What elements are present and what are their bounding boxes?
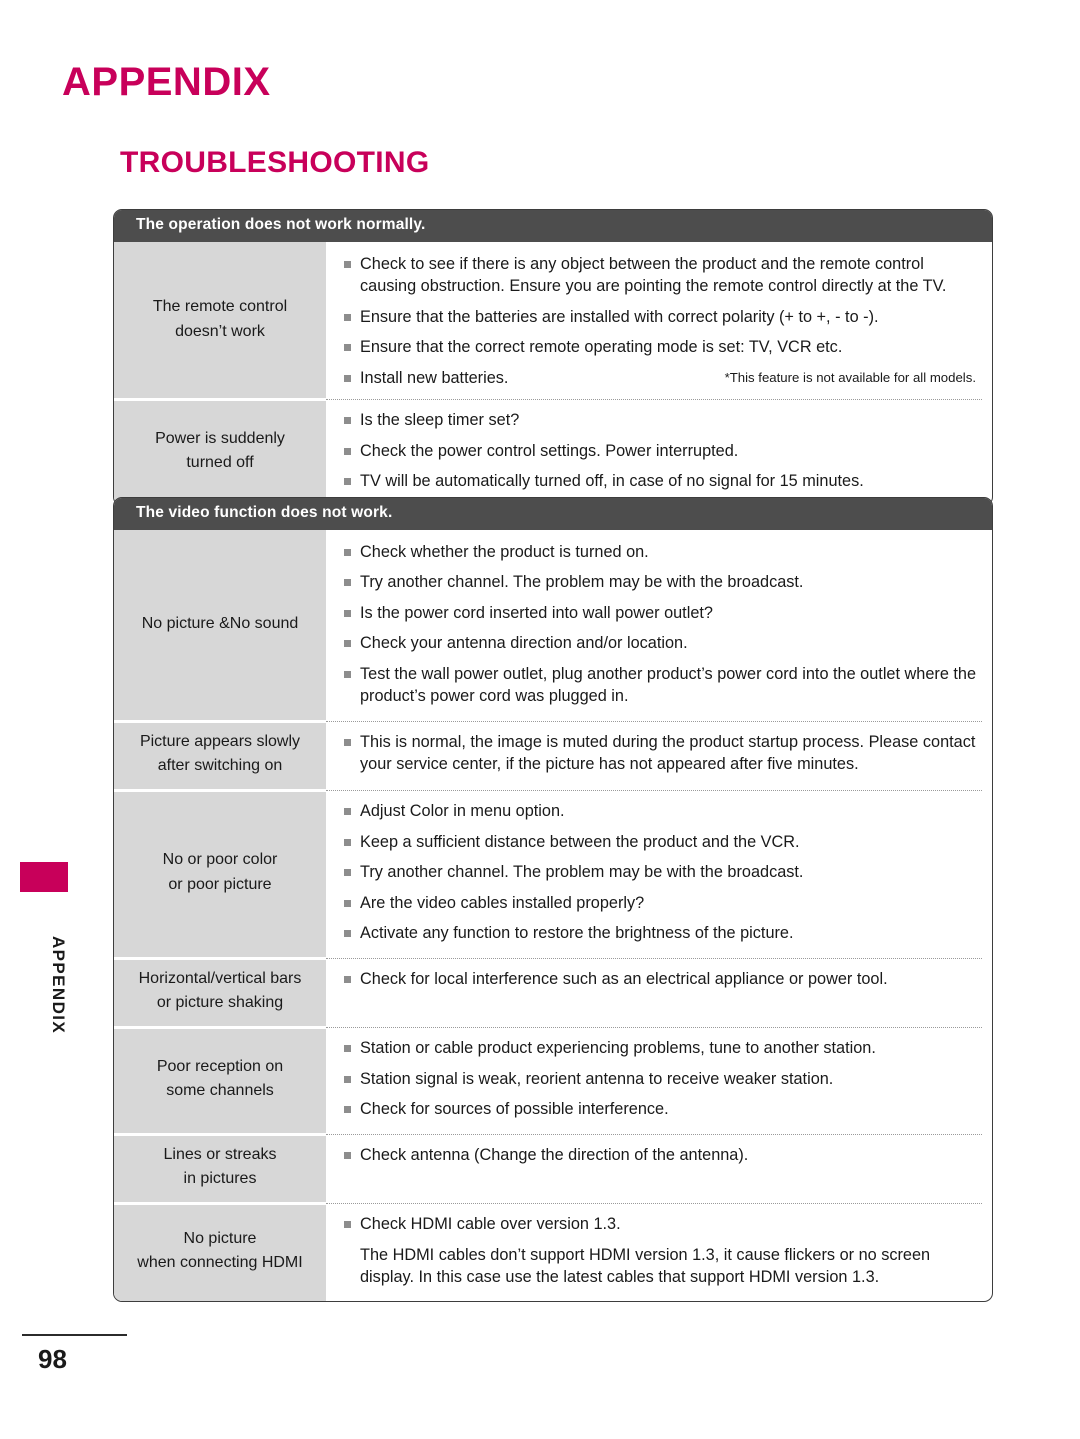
checklist-item: Station or cable product experiencing pr… xyxy=(343,1037,978,1059)
page-number: 98 xyxy=(38,1344,67,1374)
checklist-item: TV will be automatically turned off, in … xyxy=(343,470,978,492)
checklist-item: Is the power cord inserted into wall pow… xyxy=(343,602,978,624)
table-row: Picture appears slowly after switching on… xyxy=(114,719,992,790)
checklist-item: Check for sources of possible interferen… xyxy=(343,1098,978,1120)
table-row-content: Check to see if there is any object betw… xyxy=(326,242,992,399)
table-section-header: The video function does not work. xyxy=(114,498,992,530)
checklist-item: Check your antenna direction and/or loca… xyxy=(343,632,978,654)
table-row-label: Picture appears slowly after switching on xyxy=(114,719,326,790)
table-row-label: No picture &No sound xyxy=(114,529,326,720)
checklist-item: Keep a sufficient distance between the p… xyxy=(343,831,978,853)
table-row: The remote control doesn’t work Check to s… xyxy=(114,241,992,399)
checklist: Is the sleep timer set? Check the power c… xyxy=(343,409,978,492)
table-row-label: Lines or streaks in pictures xyxy=(114,1132,326,1203)
troubleshooting-table-operation: The operation does not work normally. Th… xyxy=(113,209,993,506)
checklist-item: Adjust Color in menu option. xyxy=(343,800,978,822)
troubleshooting-table-video: The video function does not work. No pic… xyxy=(113,497,993,1302)
checklist-item: Activate any function to restore the bri… xyxy=(343,922,978,944)
checklist-item: The HDMI cables don’t support HDMI versi… xyxy=(360,1245,931,1287)
checklist: Check HDMI cable over version 1.3. The HD… xyxy=(343,1213,978,1288)
table-row: No or poor color or poor picture Adjust Co… xyxy=(114,789,992,957)
checklist-item: Check HDMI cable over version 1.3. xyxy=(343,1213,978,1235)
footer-divider xyxy=(22,1334,127,1336)
checklist-item: Try another channel. The problem may be … xyxy=(343,861,978,883)
checklist-item: Test the wall power outlet, plug another… xyxy=(343,663,978,708)
table-row-content: Check antenna (Change the direction of t… xyxy=(326,1133,992,1203)
checklist: Station or cable product experiencing pr… xyxy=(343,1037,978,1120)
checklist: Adjust Color in menu option. Keep a suffi… xyxy=(343,800,978,944)
table-section-header: The operation does not work normally. xyxy=(114,210,992,242)
table-row-content: This is normal, the image is muted durin… xyxy=(326,720,992,790)
checklist-item: Check whether the product is turned on. xyxy=(343,541,978,563)
table-row-content: Check whether the product is turned on. T… xyxy=(326,530,992,720)
table-row-label: Power is suddenly turned off xyxy=(114,398,326,505)
table-row-label: No picture when connecting HDMI xyxy=(114,1202,326,1301)
table-body: The remote control doesn’t work Check to s… xyxy=(114,241,992,505)
checklist-item: This is normal, the image is muted durin… xyxy=(343,731,978,776)
side-tab-label: APPENDIX xyxy=(49,935,68,1035)
checklist: Check to see if there is any object betw… xyxy=(343,253,978,389)
checklist: Check antenna (Change the direction of t… xyxy=(343,1144,978,1166)
table-row-label: Horizontal/vertical bars or picture shaki… xyxy=(114,956,326,1027)
table-row-content: Adjust Color in menu option. Keep a suffi… xyxy=(326,789,992,956)
table-row: Poor reception on some channels Station or… xyxy=(114,1026,992,1133)
table-row-content: Check for local interference such as an … xyxy=(326,957,992,1027)
section-title: TROUBLESHOOTING xyxy=(120,146,430,179)
checklist-item: Check antenna (Change the direction of t… xyxy=(343,1144,978,1166)
table-row-content: Is the sleep timer set? Check the power c… xyxy=(326,398,992,504)
table-row: Lines or streaks in pictures Check antenna… xyxy=(114,1132,992,1203)
checklist-item: Install new batteries. xyxy=(343,367,978,389)
checklist-item: Check to see if there is any object betw… xyxy=(343,253,978,298)
table-row: Horizontal/vertical bars or picture shaki… xyxy=(114,956,992,1027)
table-row-content: Station or cable product experiencing pr… xyxy=(326,1026,992,1132)
table-row: No picture when connecting HDMI Check HDMI… xyxy=(114,1202,992,1301)
checklist: This is normal, the image is muted durin… xyxy=(343,731,978,776)
checklist-item: Are the video cables installed properly? xyxy=(343,892,978,914)
checklist-item: Is the sleep timer set? xyxy=(343,409,978,431)
checklist-item: Ensure that the correct remote operating… xyxy=(343,336,978,358)
table-row-label: No or poor color or poor picture xyxy=(114,789,326,957)
checklist-item: Station signal is weak, reorient antenna… xyxy=(343,1068,978,1090)
checklist-item: Check the power control settings. Power … xyxy=(343,440,978,462)
checklist: Check for local interference such as an … xyxy=(343,968,978,990)
table-row-label: Poor reception on some channels xyxy=(114,1026,326,1133)
page-title: APPENDIX xyxy=(62,60,271,104)
checklist-item: Ensure that the batteries are installed … xyxy=(343,306,978,328)
table-row: No picture &No sound Check whether the pr… xyxy=(114,529,992,720)
table-row: Power is suddenly turned off Is the sleep … xyxy=(114,398,992,505)
side-tab-marker xyxy=(20,862,68,892)
table-row-label: The remote control doesn’t work xyxy=(114,241,326,399)
checklist-item: Try another channel. The problem may be … xyxy=(343,571,978,593)
checklist-item: Check for local interference such as an … xyxy=(343,968,978,990)
table-row-content: Check HDMI cable over version 1.3. The HD… xyxy=(326,1202,992,1300)
checklist: Check whether the product is turned on. T… xyxy=(343,541,978,708)
table-body: No picture &No sound Check whether the pr… xyxy=(114,529,992,1301)
